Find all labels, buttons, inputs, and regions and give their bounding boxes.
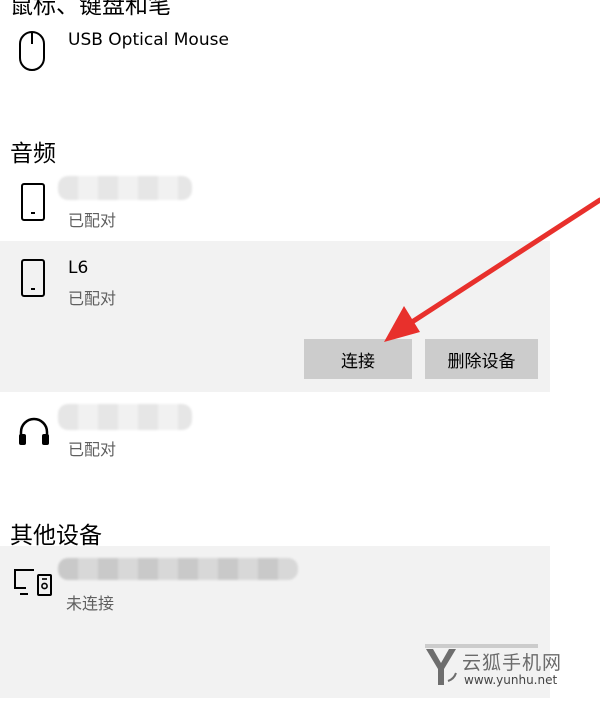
- watermark-url: www.yunhu.net: [464, 673, 558, 687]
- device-l6-panel[interactable]: L6 已配对 连接 删除设备: [0, 241, 550, 392]
- phone-icon: [20, 258, 46, 298]
- device-status: 未连接: [66, 594, 115, 613]
- watermark-logo: 云狐手机网 www.yunhu.net: [422, 645, 598, 695]
- watermark-brand: 云狐手机网: [462, 652, 563, 674]
- device-name: USB Optical Mouse: [68, 30, 229, 50]
- device-status: 已配对: [68, 440, 117, 459]
- redacted-device-name: [58, 176, 192, 200]
- redacted-device-name: [58, 558, 298, 580]
- device-name: L6: [68, 258, 89, 278]
- phone-icon: [20, 182, 46, 222]
- redacted-device-name: [58, 404, 192, 430]
- display-device-icon: [12, 566, 54, 600]
- section-title-mouse-keyboard-pen: 鼠标、键盘和笔: [10, 0, 171, 19]
- section-title-other-devices: 其他设备: [10, 523, 102, 549]
- fox-logo-icon: [424, 647, 458, 687]
- device-audio-1[interactable]: 已配对: [0, 172, 550, 234]
- connect-button[interactable]: 连接: [304, 339, 412, 379]
- mouse-icon: [18, 30, 46, 72]
- device-status: 已配对: [68, 211, 117, 230]
- headphones-icon: [17, 415, 51, 447]
- device-usb-optical-mouse[interactable]: USB Optical Mouse: [0, 24, 550, 80]
- section-title-audio: 音频: [10, 141, 56, 167]
- remove-device-button[interactable]: 删除设备: [425, 339, 538, 379]
- device-status: 已配对: [68, 289, 117, 308]
- device-audio-3[interactable]: 已配对: [0, 398, 550, 460]
